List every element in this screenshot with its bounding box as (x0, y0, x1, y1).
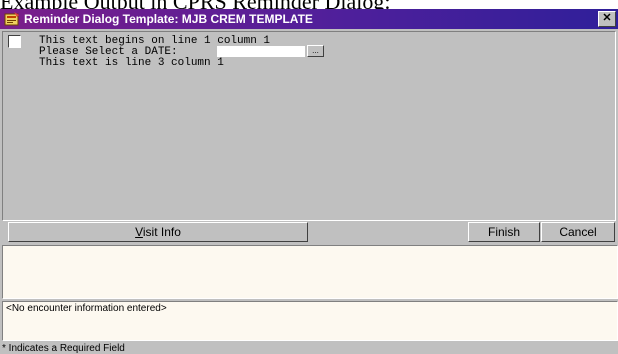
ellipsis-icon: ... (312, 46, 319, 55)
visit-info-label: isit Info (142, 225, 181, 239)
window-title: Reminder Dialog Template: MJB CREM TEMPL… (24, 12, 313, 26)
item-checkbox[interactable] (8, 35, 21, 48)
reminder-dialog-window: Reminder Dialog Template: MJB CREM TEMPL… (0, 9, 618, 354)
close-button[interactable]: ✕ (598, 11, 616, 27)
reminder-dialog-icon (4, 12, 19, 26)
text-line-3: This text is line 3 column 1 (39, 57, 224, 69)
date-input[interactable] (217, 46, 305, 57)
visit-info-button[interactable]: Visit Info (8, 222, 308, 242)
dialog-editor-area[interactable]: This text begins on line 1 column 1 Plea… (2, 31, 616, 221)
button-bar: Visit Info Finish Cancel (0, 221, 618, 243)
document-caption: Example Output in CPRS Reminder Dialog: (0, 0, 618, 9)
visit-info-accelerator: V (135, 225, 143, 239)
finish-button[interactable]: Finish (468, 222, 540, 242)
reminder-text-panel[interactable] (2, 245, 618, 299)
title-bar[interactable]: Reminder Dialog Template: MJB CREM TEMPL… (0, 9, 618, 29)
cancel-button[interactable]: Cancel (541, 222, 615, 242)
date-picker-button[interactable]: ... (307, 45, 324, 57)
encounter-info-panel[interactable]: <No encounter information entered> (2, 301, 618, 341)
close-icon: ✕ (602, 12, 612, 24)
status-bar-text: * Indicates a Required Field (2, 343, 125, 354)
encounter-info-text: <No encounter information entered> (6, 303, 167, 314)
